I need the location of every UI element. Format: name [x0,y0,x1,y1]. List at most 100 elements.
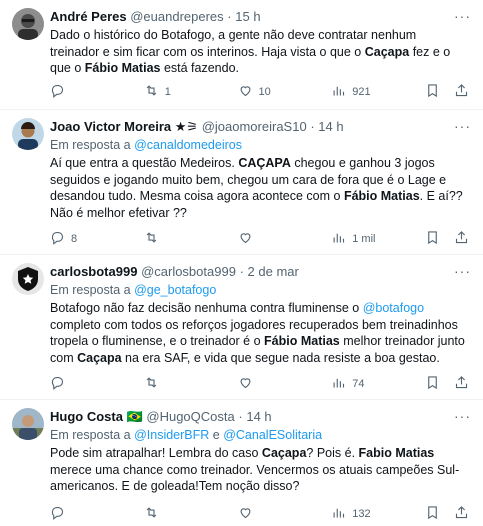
author-name[interactable]: Hugo Costa [50,409,123,424]
bookmark-icon[interactable] [425,375,440,393]
tweet-text: Aí que entra a questão Medeiros. CAÇAPA … [50,156,463,220]
tweet-actions: 8 1 mil [50,231,469,247]
like-count: 10 [258,86,271,98]
like-icon [238,375,253,393]
tweet-text: Pode sim atrapalhar! Lembra do caso Caça… [50,446,460,493]
bookmark-icon[interactable] [425,83,440,101]
views-button[interactable]: 921 [331,83,387,101]
avatar-andre-peres[interactable] [12,8,44,40]
separator: · [239,264,244,279]
bookmark-icon[interactable] [425,505,440,523]
reply-button[interactable] [50,83,106,101]
retweet-button[interactable] [144,375,200,393]
reply-prefix: Em resposta a [50,138,131,152]
retweet-icon [144,505,159,523]
like-button[interactable] [238,505,294,523]
share-icon[interactable] [454,505,469,523]
reply-count: 8 [71,233,78,245]
bold-term: Caçapa [261,446,307,460]
reply-prefix: Em resposta a [50,283,131,297]
author-name[interactable]: Joao Victor Moreira [50,119,171,134]
retweet-button[interactable] [144,230,200,248]
share-icon[interactable] [454,230,469,248]
bold-term: Caçapa [364,44,410,59]
author-handle[interactable]: @HugoQCosta [146,409,234,424]
view-count: 74 [352,378,365,390]
retweet-icon [144,375,159,393]
more-icon[interactable]: ··· [454,8,471,24]
like-button[interactable] [238,375,294,393]
timestamp[interactable]: 14 h [318,119,343,134]
bold-term: Fabio Matias [358,446,435,460]
like-icon [238,505,253,523]
like-button[interactable]: 10 [238,83,294,101]
view-count: 1 mil [352,233,376,245]
author-handle[interactable]: @carlosbota999 [141,264,236,279]
avatar-joao-victor-moreira[interactable] [12,118,44,150]
like-icon [238,83,253,101]
tweet-text: Dado o histórico do Botafogo, a gente nã… [50,28,451,75]
separator: · [238,409,243,424]
reply-to-link[interactable]: @canaldomedeiros [134,138,242,152]
reply-icon [50,375,65,393]
views-button[interactable]: 1 mil [331,230,387,248]
reply-button[interactable] [50,375,106,393]
tweet-2[interactable]: Joao Victor Moreira ★⚞ @joaomoreiraS10 ·… [0,110,483,255]
timestamp[interactable]: 2 de mar [248,264,299,279]
timestamp[interactable]: 15 h [235,9,260,24]
bookmark-icon[interactable] [425,230,440,248]
tweet-actions: 132 [50,506,469,522]
views-button[interactable]: 132 [331,505,387,523]
separator: · [227,9,232,24]
more-icon[interactable]: ··· [454,263,471,279]
reply-button[interactable]: 8 [50,230,106,248]
name-badge: ★⚞ [174,119,199,134]
author-handle[interactable]: @joaomoreiraS10 [202,119,307,134]
like-button[interactable] [238,230,294,248]
reply-context: Em resposta a @canaldomedeiros [50,137,471,153]
reply-context: Em resposta a @InsiderBFR e @CanalESolit… [50,427,471,443]
timestamp[interactable]: 14 h [246,409,271,424]
tweet-header: André Peres @euandreperes · 15 h [50,9,471,25]
author-name[interactable]: André Peres [50,9,127,24]
more-icon[interactable]: ··· [454,118,471,134]
reply-to-link[interactable]: @CanalESolitaria [223,428,322,442]
reply-button[interactable] [50,505,106,523]
tweet-3[interactable]: carlosbota999 @carlosbota999 · 2 de mar … [0,255,483,400]
share-icon[interactable] [454,375,469,393]
views-icon [331,83,346,101]
views-icon [331,505,346,523]
tweet-4[interactable]: Hugo Costa 🇧🇷 @HugoQCosta · 14 h Em resp… [0,400,483,526]
view-count: 132 [352,508,371,520]
share-icon[interactable] [454,83,469,101]
author-name[interactable]: carlosbota999 [50,264,137,279]
bold-term: Fábio Matias [343,189,420,203]
tweet-header: Joao Victor Moreira ★⚞ @joaomoreiraS10 ·… [50,119,471,135]
retweet-icon [144,230,159,248]
tweet-actions: 74 [50,376,469,392]
views-icon [331,230,346,248]
tweet-header: carlosbota999 @carlosbota999 · 2 de mar [50,264,471,280]
bold-term: Caçapa [77,350,122,365]
like-icon [238,230,253,248]
bold-term: Fábio Matias [84,61,161,75]
reply-icon [50,505,65,523]
retweet-button[interactable]: 1 [144,83,200,101]
tweet-1[interactable]: André Peres @euandreperes · 15 h Dado o … [0,0,483,110]
avatar-hugo-costa[interactable] [12,408,44,440]
more-icon[interactable]: ··· [454,408,471,424]
author-handle[interactable]: @euandreperes [130,9,223,24]
avatar-carlosbota999[interactable] [12,263,44,295]
reply-to-link[interactable]: @ge_botafogo [134,283,216,297]
retweet-count: 1 [164,86,171,98]
reply-to-link[interactable]: @InsiderBFR [134,428,209,442]
tweet-actions: 1 10 921 [50,84,469,100]
separator: · [310,119,315,134]
reply-prefix: Em resposta a [50,428,131,442]
bold-term: CAÇAPA [238,156,291,170]
views-button[interactable]: 74 [331,375,387,393]
mention-link[interactable]: @botafogo [363,301,424,315]
views-icon [331,375,346,393]
retweet-button[interactable] [144,505,200,523]
reply-conjunction: e [212,428,220,442]
